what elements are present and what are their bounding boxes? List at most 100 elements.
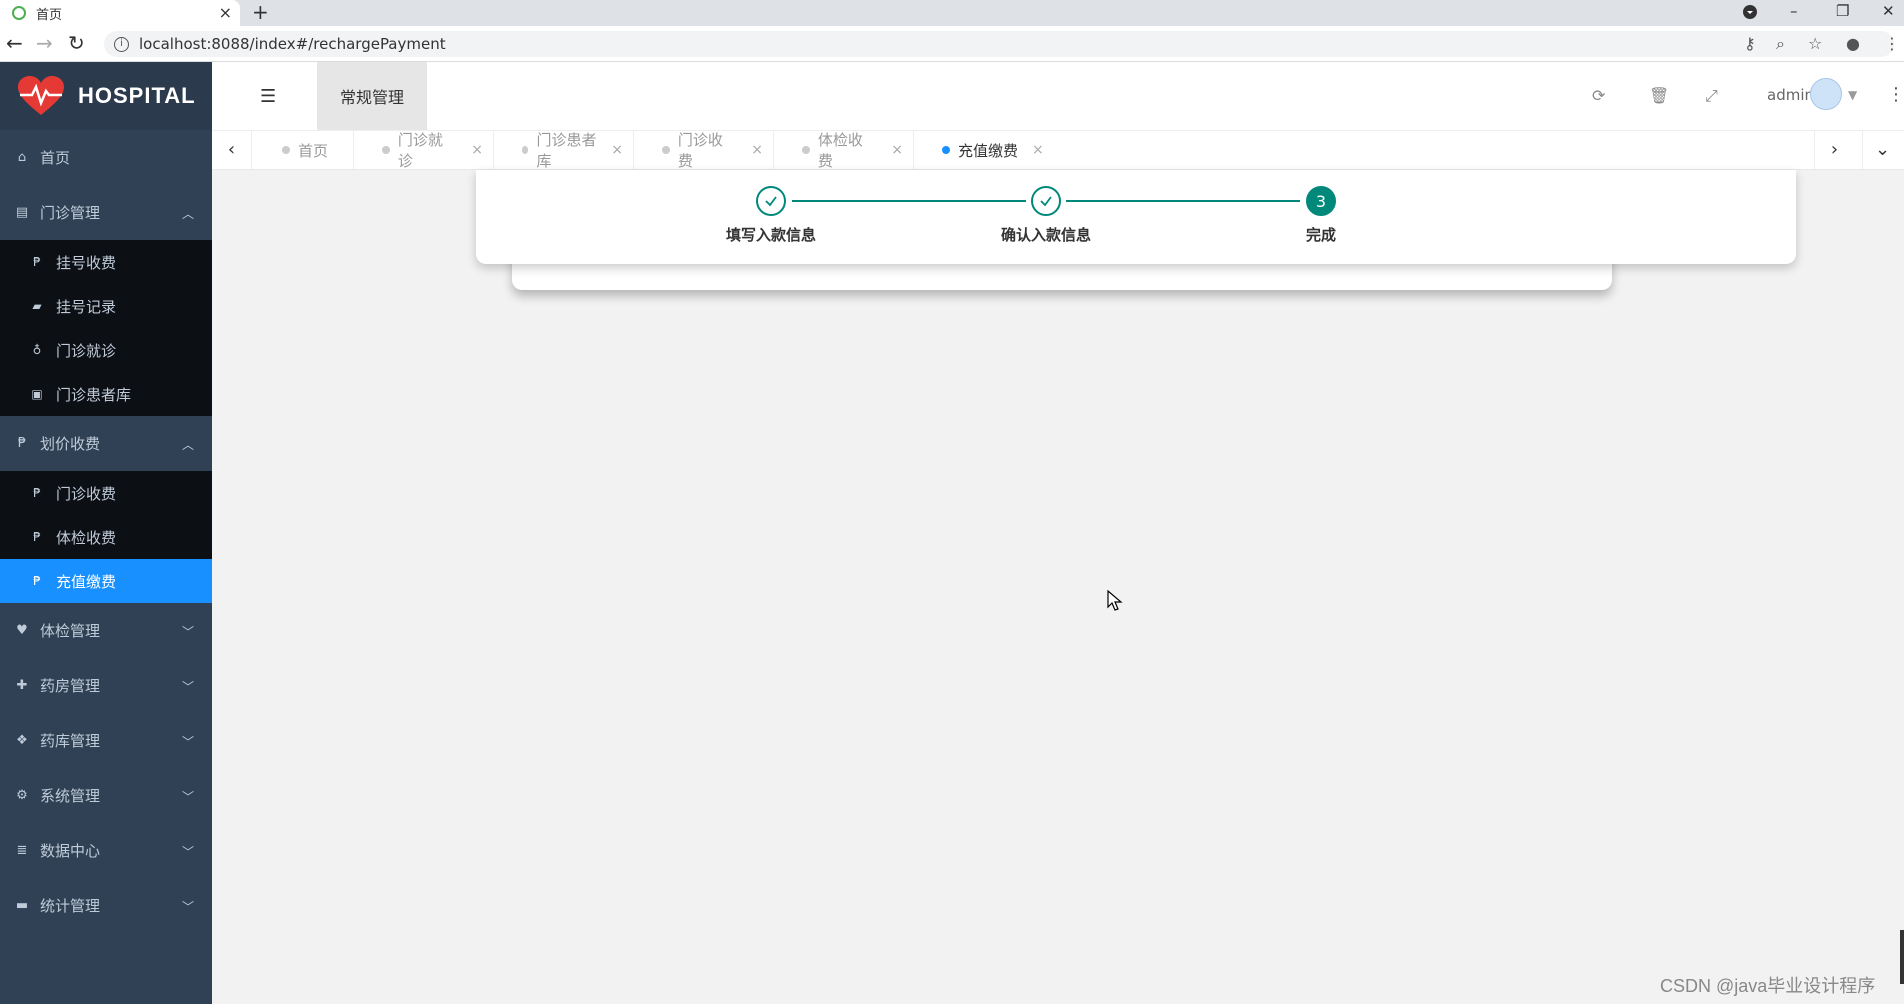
chevron-down-icon: ﹀ [181, 735, 194, 749]
tag-label: 首页 [298, 141, 329, 160]
sidebar-group-label: 数据中心 [40, 842, 101, 860]
sidebar-group-system[interactable]: ⚙ 系统管理 ﹀ [0, 768, 212, 823]
sidebar-item-home[interactable]: ⌂ 首页 [0, 130, 212, 185]
caret-down-icon[interactable]: ▼ [1848, 88, 1857, 102]
stethoscope-icon: ♁ [32, 343, 42, 357]
step-check-icon [1031, 186, 1061, 216]
chevron-up-icon: ︿ [181, 207, 194, 221]
tag-label: 门诊就诊 [397, 131, 443, 170]
tag-label: 门诊收费 [677, 131, 723, 170]
chevron-down-icon: ﹀ [181, 790, 194, 804]
sidebar-group-label: 统计管理 [40, 897, 101, 915]
sidebar-item-label: 挂号记录 [56, 297, 117, 316]
tag-close-icon[interactable]: × [751, 142, 763, 158]
sidebar-item-registration-fee[interactable]: ₱ 挂号收费 [0, 240, 212, 284]
sidebar-group-label: 门诊管理 [40, 204, 101, 222]
zoom-icon[interactable]: ⌕ [1776, 34, 1785, 54]
tags-menu-chevron-down-icon[interactable]: ⌄ [1862, 131, 1902, 169]
chevron-up-icon: ︿ [181, 438, 194, 452]
fullscreen-icon[interactable]: ⤢ [1705, 86, 1718, 106]
user-name[interactable]: admin [1767, 86, 1814, 104]
gear-icon: ⚙ [16, 788, 28, 803]
tag-dot [382, 146, 390, 154]
sidebar-item-label: 门诊患者库 [56, 385, 132, 404]
tag-close-icon[interactable]: × [471, 142, 483, 158]
tag-recharge-payment[interactable]: 充值缴费 × [914, 131, 1054, 169]
close-tab-icon[interactable]: × [219, 3, 232, 22]
tag-home[interactable]: 首页 [254, 131, 354, 169]
contact-card-icon: ▣ [31, 387, 43, 401]
sidebar-item-outpatient-visit[interactable]: ♁ 门诊就诊 [0, 328, 212, 372]
step-check-icon [756, 186, 786, 216]
step-label: 完成 [1305, 226, 1336, 244]
sidebar-group-pricing[interactable]: ₱ 划价收费 ︿ [0, 416, 212, 471]
tag-dot [282, 146, 290, 154]
logo: HOSPITAL [0, 62, 212, 130]
cubes-icon: ❖ [16, 733, 28, 748]
heart-logo-icon [16, 75, 66, 117]
sidebar-item-outpatient-fee[interactable]: ₱ 门诊收费 [0, 471, 212, 515]
more-vertical-icon[interactable]: ⋮ [1887, 84, 1904, 105]
tag-label: 门诊患者库 [536, 131, 597, 170]
sidebar-group-drug-store[interactable]: ❖ 药库管理 ﹀ [0, 713, 212, 768]
maximize-button[interactable]: ❐ [1836, 2, 1849, 28]
sidebar-group-outpatient[interactable]: ▤ 门诊管理 ︿ [0, 185, 212, 240]
comment-icon: ▬ [15, 898, 29, 913]
paypal-icon: ₱ [17, 436, 27, 451]
scroll-indicator [1900, 930, 1904, 984]
tag-outpatient-visit[interactable]: 门诊就诊 × [354, 131, 494, 170]
bookmark-star-icon[interactable]: ☆ [1808, 34, 1822, 53]
tag-close-icon[interactable]: × [1032, 142, 1044, 158]
reload-button[interactable]: ↻ [68, 32, 85, 54]
sidebar-item-patient-library[interactable]: ▣ 门诊患者库 [0, 372, 212, 416]
tags-scroll-left-icon[interactable]: ‹ [212, 131, 252, 169]
browser-tab[interactable]: 首页 × [0, 0, 240, 26]
tag-close-icon[interactable]: × [611, 142, 623, 158]
trash-icon[interactable]: 🗑 [1649, 86, 1669, 105]
site-info-icon[interactable]: i [114, 36, 129, 52]
sidebar-group-data-center[interactable]: ≣ 数据中心 ﹀ [0, 823, 212, 878]
tag-close-icon[interactable]: × [891, 142, 903, 158]
chevron-down-icon: ﹀ [181, 900, 194, 914]
sidebar-item-label: 体检收费 [56, 528, 117, 547]
heartbeat-icon: ♥ [16, 623, 28, 638]
sidebar-group-label: 系统管理 [40, 787, 101, 805]
forward-button[interactable]: → [36, 32, 53, 54]
sidebar-group-pharmacy[interactable]: ✚ 药房管理 ﹀ [0, 658, 212, 713]
key-icon[interactable]: ⚷ [1744, 34, 1756, 53]
account-icon[interactable]: ● [1846, 34, 1860, 53]
submenu-outpatient: ₱ 挂号收费 ▰ 挂号记录 ♁ 门诊就诊 ▣ 门诊患者库 [0, 240, 212, 416]
step-label: 填写入款信息 [725, 226, 816, 244]
favicon-icon [12, 6, 26, 20]
sidebar-group-statistics[interactable]: ▬ 统计管理 ﹀ [0, 878, 212, 933]
minimize-button[interactable]: – [1790, 2, 1798, 28]
sidebar-group-label: 划价收费 [40, 435, 101, 453]
new-tab-button[interactable]: + [252, 0, 269, 24]
browser-menu-icon[interactable]: ⋮ [1884, 34, 1900, 53]
window-close-button[interactable]: ✕ [1882, 2, 1895, 28]
chevron-down-icon: ﹀ [181, 845, 194, 859]
step-3: 3 完成 [1241, 186, 1401, 245]
tag-checkup-fee[interactable]: 体检收费 × [774, 131, 914, 170]
tag-patient-library[interactable]: 门诊患者库 × [494, 131, 634, 170]
browser-tab-title: 首页 [36, 7, 63, 23]
sidebar-group-label: 药库管理 [40, 732, 101, 750]
sidebar-group-checkup[interactable]: ♥ 体检管理 ﹀ [0, 603, 212, 658]
sidebar-item-checkup-fee[interactable]: ₱ 体检收费 [0, 515, 212, 559]
step-2: 确认入款信息 [966, 186, 1126, 245]
logo-text: HOSPITAL [78, 83, 196, 108]
tags-scroll-right-icon[interactable]: › [1814, 131, 1854, 169]
refresh-icon[interactable]: ⟳ [1592, 86, 1605, 105]
header-nav-general[interactable]: 常规管理 [317, 62, 427, 130]
medkit-icon: ✚ [16, 678, 28, 693]
sidebar-item-registration-record[interactable]: ▰ 挂号记录 [0, 284, 212, 328]
avatar[interactable] [1810, 78, 1842, 110]
menu-toggle-icon[interactable]: ☰ [260, 86, 276, 107]
sidebar-item-recharge-payment[interactable]: ₱ 充值缴费 [0, 559, 212, 603]
back-button[interactable]: ← [6, 32, 23, 54]
sidebar: HOSPITAL ⌂ 首页 ▤ 门诊管理 ︿ ₱ 挂号收费 ▰ 挂号记录 ♁ 门… [0, 62, 212, 1004]
tag-outpatient-fee[interactable]: 门诊收费 × [634, 131, 774, 170]
sidebar-item-label: 门诊收费 [56, 484, 117, 503]
tag-dot [662, 146, 670, 154]
url-field[interactable]: i localhost:8088/index#/rechargePayment [104, 31, 1894, 57]
